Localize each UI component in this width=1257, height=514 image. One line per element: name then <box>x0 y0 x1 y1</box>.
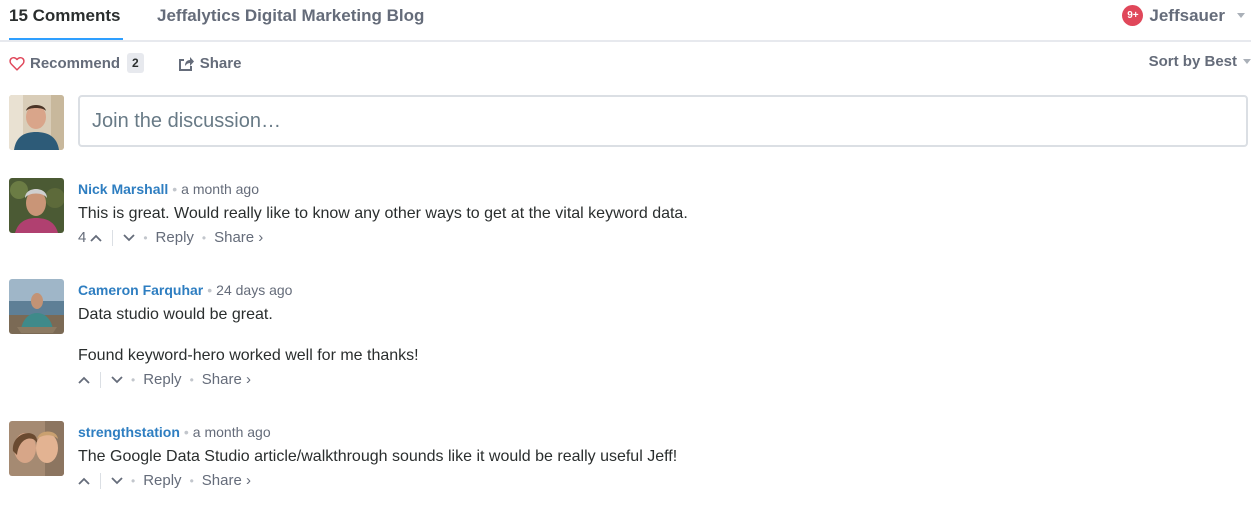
footer-separator: • <box>143 230 148 245</box>
reply-link[interactable]: Reply <box>156 229 194 246</box>
current-user-avatar <box>9 95 64 150</box>
vote-divider <box>112 229 114 246</box>
footer-separator: • <box>201 230 207 245</box>
comment-footer: • Reply • Share › <box>78 371 419 388</box>
reply-link[interactable]: Reply <box>143 472 181 489</box>
chevron-down-icon <box>1243 59 1251 64</box>
share-icon <box>178 56 194 71</box>
comment-timestamp[interactable]: a month ago <box>193 424 271 440</box>
comment-author[interactable]: Nick Marshall <box>78 181 168 197</box>
tab-comments[interactable]: 15 Comments <box>9 6 120 26</box>
active-tab-indicator <box>9 38 123 40</box>
comments-nav: 15 Comments Jeffalytics Digital Marketin… <box>0 0 1251 42</box>
upvote-count: 4 <box>78 229 87 246</box>
share-link[interactable]: Share › <box>214 229 263 246</box>
recommend-button[interactable]: Recommend 2 <box>9 53 144 73</box>
upvote-icon[interactable] <box>90 234 102 242</box>
share-link[interactable]: Share › <box>202 371 251 388</box>
footer-separator: • <box>189 372 194 387</box>
reply-link[interactable]: Reply <box>143 371 181 388</box>
footer-separator: • <box>131 372 136 387</box>
heart-icon <box>9 56 25 71</box>
recommend-count: 2 <box>127 53 144 73</box>
upvote-icon[interactable] <box>78 477 90 485</box>
comment-paragraph: The Google Data Studio article/walkthrou… <box>78 448 678 465</box>
comment-paragraph: Data studio would be great. <box>78 306 273 323</box>
user-menu[interactable]: 9+ Jeffsauer <box>1122 5 1245 26</box>
comment-author[interactable]: Cameron Farquhar <box>78 282 203 298</box>
chevron-down-icon <box>1237 13 1245 18</box>
comment-paragraph: This is great. Would really like to know… <box>78 205 688 222</box>
meta-separator: • <box>183 424 189 440</box>
comment-timestamp[interactable]: a month ago <box>181 181 259 197</box>
share-link[interactable]: Share › <box>202 472 251 489</box>
share-thread-button[interactable]: Share <box>178 54 242 72</box>
comment-footer: 4 • Reply • Share › <box>78 229 688 246</box>
user-name[interactable]: Jeffsauer <box>1149 6 1225 26</box>
comment-message: This is great. Would really like to know… <box>78 204 688 224</box>
notification-badge[interactable]: 9+ <box>1122 5 1144 26</box>
sort-label: Sort by Best <box>1148 53 1237 70</box>
comment-timestamp[interactable]: 24 days ago <box>216 282 292 298</box>
commenter-avatar[interactable] <box>9 421 64 476</box>
recommend-label: Recommend <box>30 54 121 72</box>
comment-footer: • Reply • Share › <box>78 472 677 489</box>
meta-separator: • <box>207 282 213 298</box>
tab-community[interactable]: Jeffalytics Digital Marketing Blog <box>157 6 424 26</box>
commenter-avatar[interactable] <box>9 279 64 334</box>
comment-input[interactable] <box>92 110 1192 133</box>
thread-actions: Recommend 2 Share <box>9 53 241 73</box>
comment-message: The Google Data Studio article/walkthrou… <box>78 447 677 467</box>
compose-box[interactable] <box>78 95 1248 147</box>
comment-paragraph: Found keyword-hero worked well for me th… <box>78 347 419 364</box>
upvote-icon[interactable] <box>78 376 90 384</box>
downvote-icon[interactable] <box>111 375 123 384</box>
comment-message: Data studio would be great. Found keywor… <box>78 305 419 366</box>
commenter-avatar[interactable] <box>9 178 64 233</box>
vote-divider <box>100 371 101 388</box>
footer-separator: • <box>189 473 194 488</box>
downvote-icon[interactable] <box>123 233 135 242</box>
meta-separator: • <box>172 181 178 197</box>
comment-author[interactable]: strengthstation <box>78 424 180 440</box>
vote-divider <box>100 472 101 489</box>
sort-dropdown[interactable]: Sort by Best <box>1149 53 1251 70</box>
share-label: Share <box>199 54 242 72</box>
footer-separator: • <box>131 473 136 488</box>
downvote-icon[interactable] <box>111 476 123 485</box>
